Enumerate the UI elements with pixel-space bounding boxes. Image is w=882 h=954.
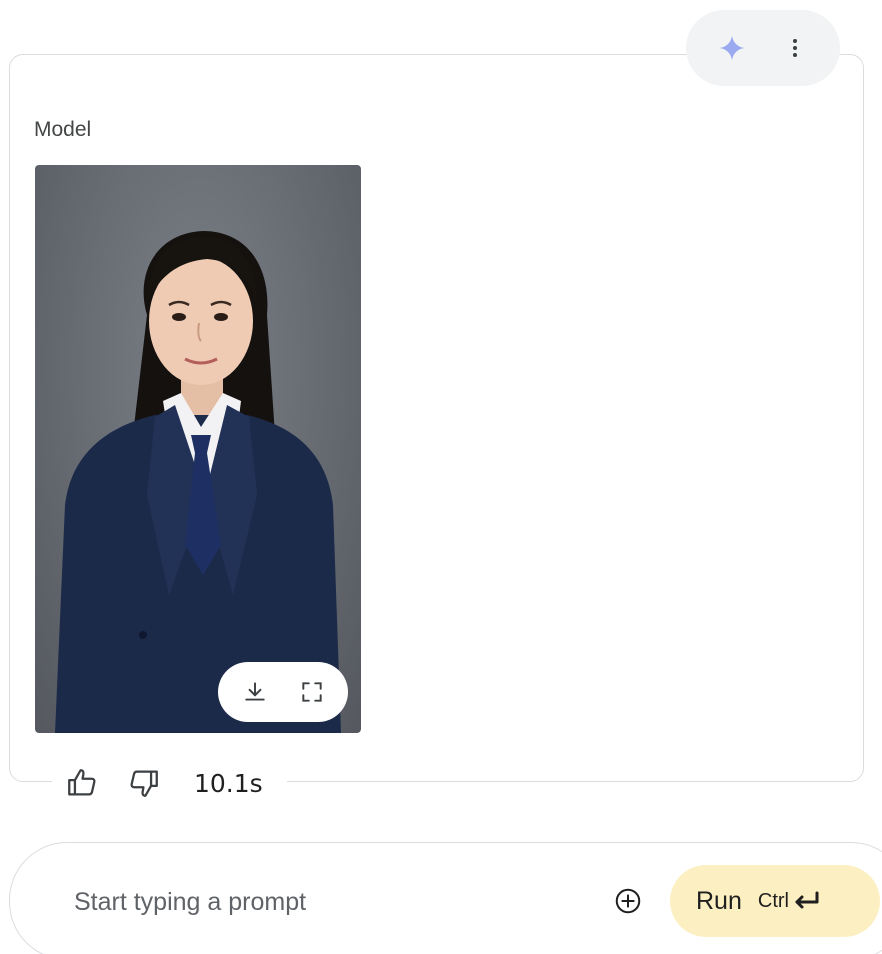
sparkle-button[interactable] bbox=[710, 26, 754, 70]
thumbs-down-icon bbox=[130, 770, 158, 797]
run-button[interactable]: Run Ctrl bbox=[670, 865, 880, 937]
role-label: Model bbox=[34, 118, 92, 141]
enter-key-icon bbox=[795, 891, 819, 909]
generated-image[interactable] bbox=[35, 165, 361, 733]
download-button[interactable] bbox=[233, 670, 277, 714]
thumbs-up-icon bbox=[68, 769, 96, 796]
prompt-box: Run Ctrl bbox=[9, 842, 882, 954]
run-label: Run bbox=[696, 886, 742, 915]
more-vert-icon bbox=[792, 39, 797, 57]
more-options-button[interactable] bbox=[773, 26, 817, 70]
thumbs-up-button[interactable] bbox=[60, 761, 104, 805]
thumbs-down-button[interactable] bbox=[122, 761, 166, 805]
run-shortcut: Ctrl bbox=[758, 889, 821, 913]
fullscreen-button[interactable] bbox=[290, 670, 334, 714]
shortcut-label: Ctrl bbox=[757, 889, 789, 912]
elapsed-time: 10.1s bbox=[194, 768, 263, 798]
image-toolbar bbox=[218, 662, 348, 722]
fullscreen-icon bbox=[301, 682, 322, 702]
sparkle-icon bbox=[719, 35, 744, 61]
response-actions bbox=[686, 10, 840, 86]
portrait-illustration bbox=[55, 231, 341, 733]
prompt-input[interactable] bbox=[72, 883, 596, 921]
download-icon bbox=[244, 682, 265, 701]
chat-page: Model 10.1s Start typing a prompt Run Ct… bbox=[0, 0, 882, 954]
add-circle-icon bbox=[615, 888, 641, 914]
add-media-button[interactable] bbox=[606, 879, 650, 923]
feedback-row: 10.1s bbox=[52, 757, 287, 809]
